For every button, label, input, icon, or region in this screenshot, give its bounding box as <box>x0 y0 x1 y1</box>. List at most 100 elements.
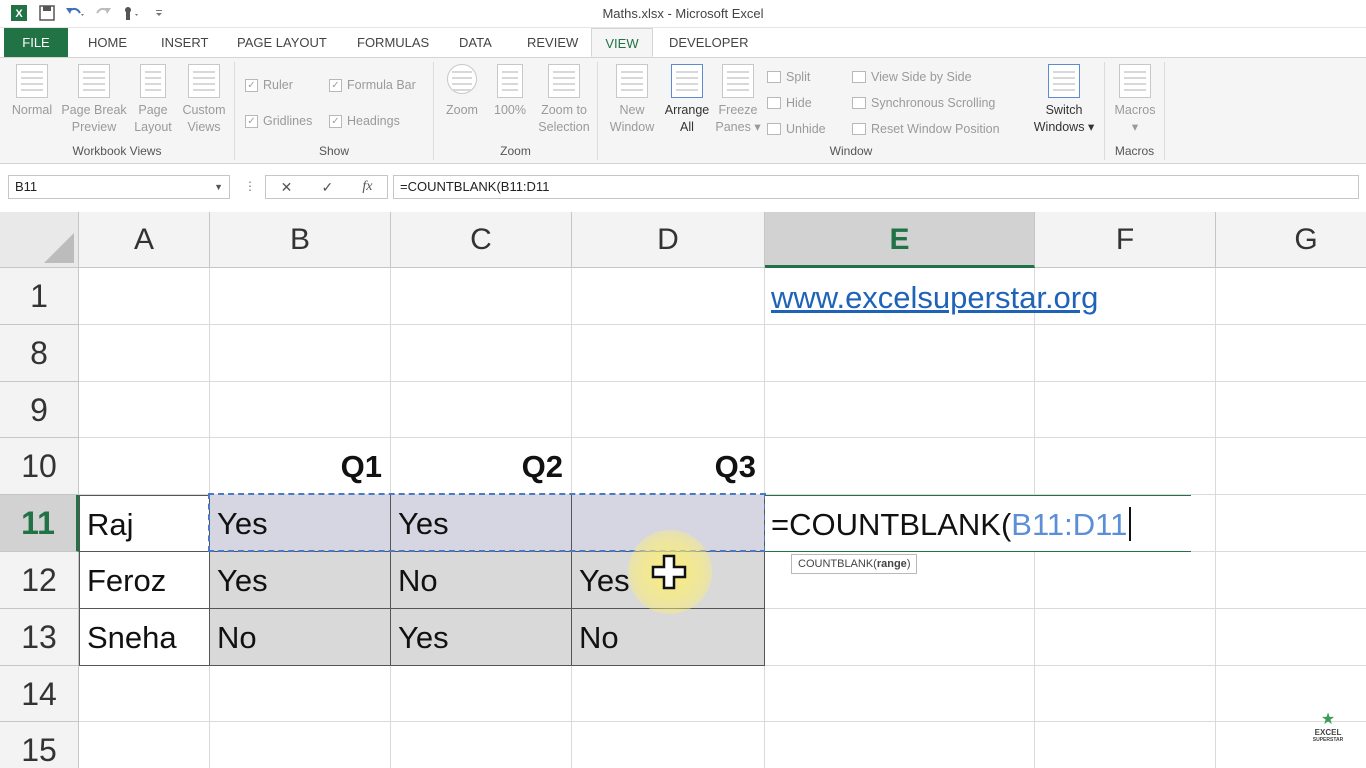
grid-cell[interactable] <box>1216 382 1366 438</box>
column-header-g[interactable]: G <box>1216 212 1366 268</box>
grid-cell[interactable] <box>572 382 765 438</box>
cell-c12[interactable]: No <box>391 552 572 609</box>
cancel-icon[interactable]: ✕ <box>281 179 293 196</box>
grid-cell[interactable] <box>765 722 1035 768</box>
grid-cell[interactable] <box>1035 325 1216 382</box>
active-cell-e11[interactable]: =COUNTBLANK(B11:D11 <box>765 495 1191 552</box>
row-header-14[interactable]: 14 <box>0 666 79 722</box>
zoom-button[interactable]: Zoom <box>440 64 484 119</box>
grid-cell[interactable] <box>79 666 210 722</box>
tab-file[interactable]: FILE <box>4 28 68 57</box>
grid-cell[interactable] <box>210 325 391 382</box>
grid-cell[interactable] <box>1035 552 1216 609</box>
grid-cell[interactable] <box>391 722 572 768</box>
grid-cell[interactable] <box>1035 609 1216 666</box>
tab-developer[interactable]: DEVELOPER <box>655 28 762 57</box>
name-cell-feroz[interactable]: Feroz <box>79 552 210 609</box>
ruler-checkbox[interactable]: ✓ Ruler <box>245 78 293 92</box>
cell-c13[interactable]: Yes <box>391 609 572 666</box>
header-cell-q2[interactable]: Q2 <box>391 438 572 495</box>
cell-b12[interactable]: Yes <box>210 552 391 609</box>
grid-cell[interactable] <box>572 722 765 768</box>
grid-cell[interactable] <box>765 325 1035 382</box>
grid-cell[interactable] <box>210 722 391 768</box>
select-all-button[interactable] <box>0 212 79 268</box>
row-header-8[interactable]: 8 <box>0 325 79 382</box>
chevron-down-icon[interactable]: ▼ <box>214 176 223 198</box>
reset-window-position-button[interactable]: Reset Window Position <box>852 122 1000 136</box>
function-tooltip[interactable]: COUNTBLANK(range) <box>791 554 918 574</box>
column-header-d[interactable]: D <box>572 212 765 268</box>
header-cell-q1[interactable]: Q1 <box>210 438 391 495</box>
grid-cell[interactable] <box>765 438 1035 495</box>
header-cell-q3[interactable]: Q3 <box>572 438 765 495</box>
row-header-1[interactable]: 1 <box>0 268 79 325</box>
grid-cell[interactable] <box>79 382 210 438</box>
grid-cell[interactable] <box>391 666 572 722</box>
zoom-to-selection-button[interactable]: Zoom to Selection <box>534 64 594 136</box>
column-header-e[interactable]: E <box>765 212 1035 268</box>
page-layout-button[interactable]: Page Layout <box>130 64 176 136</box>
grid-cell[interactable] <box>391 382 572 438</box>
view-side-by-side-button[interactable]: View Side by Side <box>852 70 972 84</box>
column-header-c[interactable]: C <box>391 212 572 268</box>
grid-cell[interactable] <box>1035 438 1216 495</box>
grid-cell[interactable] <box>765 666 1035 722</box>
grid-cell[interactable] <box>391 268 572 325</box>
unhide-button[interactable]: Unhide <box>767 122 826 136</box>
column-header-b[interactable]: B <box>210 212 391 268</box>
cell-d13[interactable]: No <box>572 609 765 666</box>
arrange-all-button[interactable]: Arrange All <box>660 64 714 136</box>
insert-function-icon[interactable]: fx <box>362 179 372 195</box>
switch-windows-button[interactable]: Switch Windows ▾ <box>1030 64 1098 136</box>
grid-cell[interactable] <box>79 325 210 382</box>
grid-cell[interactable] <box>572 268 765 325</box>
name-box[interactable]: B11 ▼ <box>8 175 230 199</box>
grid-cell[interactable] <box>79 722 210 768</box>
formula-bar-checkbox[interactable]: ✓ Formula Bar <box>329 78 416 92</box>
name-cell-sneha[interactable]: Sneha <box>79 609 210 666</box>
split-button[interactable]: Split <box>767 70 810 84</box>
grid-cell[interactable] <box>1035 382 1216 438</box>
grid-cell[interactable] <box>1035 722 1216 768</box>
grid-cell[interactable] <box>572 666 765 722</box>
enter-icon[interactable]: ✓ <box>321 179 333 196</box>
freeze-panes-button[interactable]: Freeze Panes ▾ <box>714 64 762 136</box>
grid-cell[interactable] <box>79 268 210 325</box>
row-header-15[interactable]: 15 <box>0 722 79 768</box>
grid-cell[interactable] <box>210 382 391 438</box>
grid-cell[interactable] <box>1216 552 1366 609</box>
resize-handle-icon[interactable]: ⋮ <box>244 179 256 193</box>
column-header-f[interactable]: F <box>1035 212 1216 268</box>
gridlines-checkbox[interactable]: ✓ Gridlines <box>245 114 312 128</box>
tab-review[interactable]: REVIEW <box>513 28 592 57</box>
grid-cell[interactable] <box>210 666 391 722</box>
cell-b13[interactable]: No <box>210 609 391 666</box>
grid-cell[interactable] <box>1216 325 1366 382</box>
tab-page-layout[interactable]: PAGE LAYOUT <box>223 28 341 57</box>
grid-cell[interactable] <box>1035 666 1216 722</box>
headings-checkbox[interactable]: ✓ Headings <box>329 114 400 128</box>
grid-cell[interactable] <box>1216 268 1366 325</box>
tab-home[interactable]: HOME <box>74 28 141 57</box>
macros-button[interactable]: Macros ▾ <box>1109 64 1161 136</box>
tab-view[interactable]: VIEW <box>591 28 653 57</box>
grid-cell[interactable] <box>391 325 572 382</box>
new-window-button[interactable]: New Window <box>604 64 660 136</box>
grid-cell[interactable] <box>210 268 391 325</box>
name-cell-raj[interactable]: Raj <box>79 495 210 552</box>
grid-cell[interactable] <box>79 438 210 495</box>
row-header-11[interactable]: 11 <box>0 495 79 552</box>
website-link[interactable]: www.excelsuperstar.org <box>771 280 1098 316</box>
page-break-preview-button[interactable]: Page Break Preview <box>60 64 128 136</box>
grid-cell[interactable] <box>1216 609 1366 666</box>
row-header-10[interactable]: 10 <box>0 438 79 495</box>
hide-button[interactable]: Hide <box>767 96 812 110</box>
grid-cell[interactable] <box>1216 438 1366 495</box>
zoom-100-button[interactable]: 100% <box>488 64 532 119</box>
tab-formulas[interactable]: FORMULAS <box>343 28 443 57</box>
row-header-13[interactable]: 13 <box>0 609 79 666</box>
normal-view-button[interactable]: Normal <box>6 64 58 119</box>
grid-cell[interactable] <box>1216 495 1366 552</box>
column-header-a[interactable]: A <box>79 212 210 268</box>
